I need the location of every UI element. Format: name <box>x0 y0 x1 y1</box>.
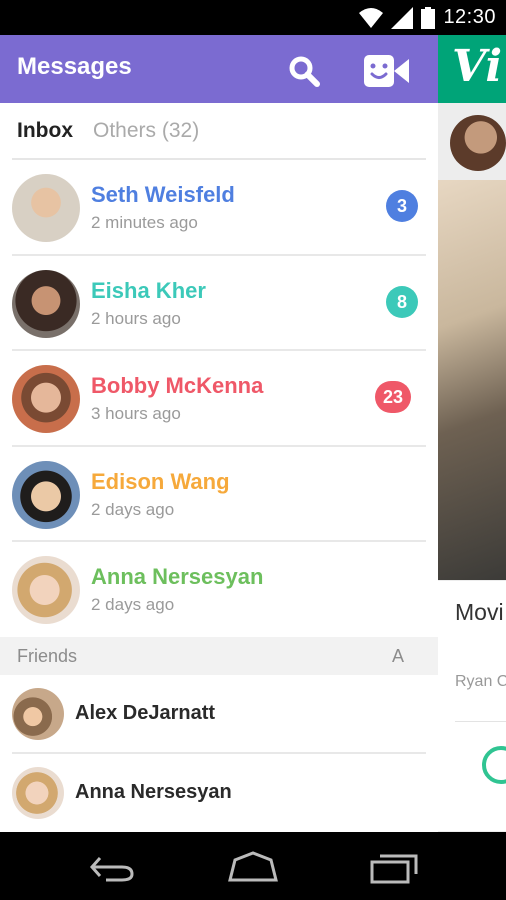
contact-name: Anna Nersesyan <box>91 564 264 589</box>
contact-name: Eisha Kher <box>91 277 206 303</box>
conversation-item[interactable]: Bobby McKenna 3 hours ago 23 <box>0 351 438 447</box>
conversation-item[interactable]: Eisha Kher 2 hours ago 8 <box>0 256 438 351</box>
friend-list: Alex DeJarnatt Anna Nersesyan <box>0 675 438 832</box>
avatar <box>12 556 80 624</box>
status-bar: 12:30 <box>0 0 506 35</box>
status-icons: 12:30 <box>359 0 496 35</box>
conversation-item[interactable]: Seth Weisfeld 2 minutes ago 3 <box>0 160 438 256</box>
contact-name: Bobby McKenna <box>91 373 264 398</box>
messages-drawer: Messages Inbox Others (32) Seth Weisfeld <box>0 35 438 832</box>
contact-name: Seth Weisfeld <box>91 182 235 207</box>
battery-icon <box>421 6 436 29</box>
background-avatar <box>450 115 506 171</box>
conversation-item[interactable]: Anna Nersesyan 2 days ago <box>0 542 438 638</box>
friends-section-header: Friends A <box>0 637 438 675</box>
divider <box>455 721 506 722</box>
search-button[interactable] <box>284 51 324 91</box>
background-app-header: Vi <box>438 35 506 103</box>
tab-others[interactable]: Others (32) <box>93 119 199 143</box>
avatar <box>12 460 80 529</box>
unread-badge: 8 <box>386 285 418 318</box>
video-camera-icon <box>364 55 409 87</box>
video-message-button[interactable] <box>362 51 412 91</box>
unread-badge: 3 <box>386 190 418 222</box>
avatar <box>12 767 64 819</box>
back-icon[interactable] <box>88 850 136 884</box>
status-time: 12:30 <box>443 6 496 28</box>
app-bar: Messages <box>0 35 438 103</box>
vine-logo-icon: Vi <box>452 41 503 92</box>
friend-item[interactable]: Alex DeJarnatt <box>0 675 438 754</box>
contact-name: Edison Wang <box>91 468 230 494</box>
background-video-thumbnail <box>438 180 506 580</box>
background-app[interactable]: Vi Movi think Ryan C <box>438 35 506 832</box>
background-card-author: Ryan C <box>455 673 506 690</box>
wifi-icon <box>359 7 384 28</box>
avatar <box>12 688 64 740</box>
avatar <box>12 174 80 242</box>
home-icon[interactable] <box>227 850 279 884</box>
friend-name: Anna Nersesyan <box>75 781 232 803</box>
unread-badge: 23 <box>375 381 412 413</box>
message-tabs: Inbox Others (32) <box>0 103 438 159</box>
conversation-time: 3 hours ago <box>91 404 181 423</box>
conversation-time: 2 days ago <box>91 595 175 614</box>
signal-icon <box>391 6 414 29</box>
recent-apps-icon[interactable] <box>370 850 420 884</box>
conversation-time: 2 minutes ago <box>91 213 198 232</box>
avatar <box>12 269 80 338</box>
conversation-list: Seth Weisfeld 2 minutes ago 3 Eisha Kher… <box>0 160 438 638</box>
conversation-item[interactable]: Edison Wang 2 days ago <box>0 447 438 542</box>
navigation-bar <box>0 832 506 900</box>
background-card: Movi think Ryan C <box>438 581 506 831</box>
tab-inbox[interactable]: Inbox <box>17 119 73 143</box>
friend-name: Alex DeJarnatt <box>75 702 216 724</box>
alphabet-index-letter: A <box>392 646 405 666</box>
avatar <box>12 365 80 433</box>
search-icon <box>289 56 320 87</box>
conversation-time: 2 hours ago <box>91 308 181 328</box>
page-title: Messages <box>17 53 132 80</box>
friends-section-title: Friends <box>17 646 78 666</box>
background-card-title: Movi think <box>455 599 506 625</box>
conversation-time: 2 days ago <box>91 499 175 519</box>
smile-icon <box>482 746 506 784</box>
friend-item[interactable]: Anna Nersesyan <box>0 754 438 832</box>
